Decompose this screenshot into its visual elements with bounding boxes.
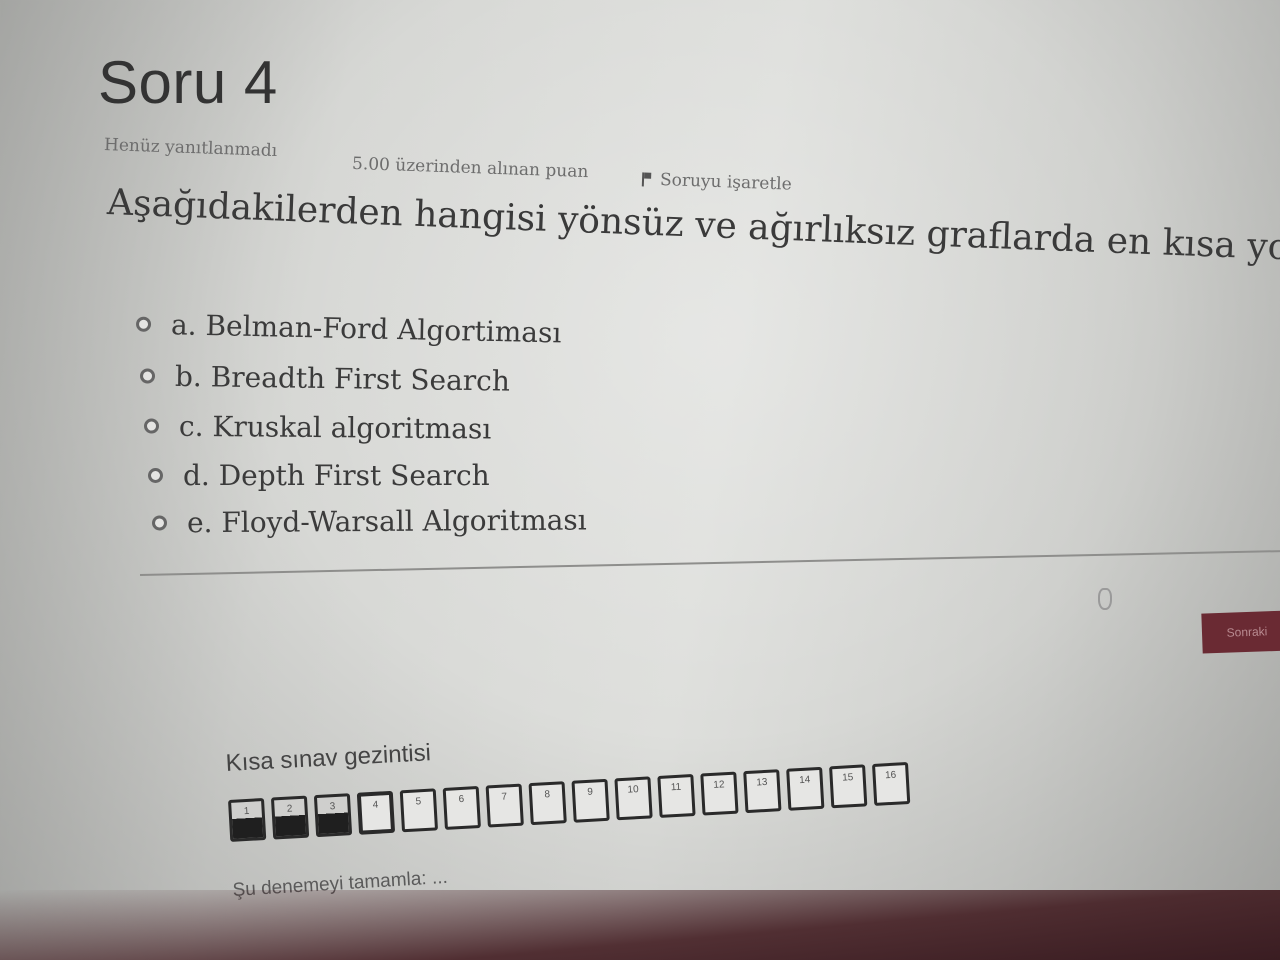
answer-option-b[interactable]: b. Breadth First Search: [139, 359, 511, 398]
answer-option-c[interactable]: c. Kruskal algoritması: [143, 409, 492, 446]
question-status: Henüz yanıtlanmadı: [103, 134, 278, 162]
mouse-cursor-icon: [1098, 588, 1112, 610]
question-grade: 5.00 üzerinden alınan puan: [351, 153, 589, 183]
quiz-nav-page-button[interactable]: 4: [356, 790, 396, 835]
flag-question-link[interactable]: Soruyu işaretle: [641, 169, 793, 195]
flag-icon: [641, 172, 655, 187]
quiz-nav-page-button[interactable]: 16: [871, 761, 911, 806]
question-title: Soru 4: [98, 49, 278, 116]
quiz-nav-page-button[interactable]: 6: [442, 785, 481, 830]
answer-label: c. Kruskal algoritması: [178, 409, 492, 446]
radio-icon[interactable]: [151, 515, 168, 531]
question-text: Aşağıdakilerden hangisi yönsüz ve ağırlı…: [106, 182, 1280, 275]
radio-icon[interactable]: [135, 316, 152, 332]
quiz-nav-page-button[interactable]: 11: [657, 773, 696, 818]
radio-icon[interactable]: [143, 418, 160, 434]
quiz-nav-page-button[interactable]: 10: [614, 776, 653, 821]
answer-option-d[interactable]: d. Depth First Search: [148, 459, 490, 492]
next-page-button[interactable]: Sonraki: [1201, 610, 1280, 654]
quiz-nav-page-button[interactable]: 1: [228, 797, 267, 842]
radio-icon[interactable]: [148, 468, 163, 483]
quiz-navigation-buttons: 1 2 3 4 5 6 7 8 9 10 11 12 13 14 15 16: [228, 761, 917, 842]
quiz-nav-page-button[interactable]: 5: [399, 788, 439, 833]
quiz-nav-page-button[interactable]: 2: [270, 795, 310, 840]
question-divider: [140, 549, 1280, 576]
quiz-nav-page-button[interactable]: 13: [743, 769, 782, 814]
answer-label: b. Breadth First Search: [174, 359, 511, 398]
radio-icon[interactable]: [139, 368, 156, 384]
quiz-nav-page-button[interactable]: 9: [571, 778, 610, 823]
answer-label: e. Floyd-Warsall Algoritması: [186, 503, 587, 540]
quiz-nav-page-button[interactable]: 14: [786, 766, 825, 811]
answer-option-a[interactable]: a. Belman-Ford Algortiması: [135, 308, 562, 350]
quiz-nav-page-button[interactable]: 3: [313, 793, 353, 838]
answer-option-e[interactable]: e. Floyd-Warsall Algoritması: [151, 503, 587, 540]
answer-label: a. Belman-Ford Algortiması: [170, 308, 562, 350]
quiz-nav-page-button[interactable]: 7: [485, 783, 524, 828]
quiz-nav-page-button[interactable]: 12: [700, 771, 739, 816]
answer-label: d. Depth First Search: [183, 459, 490, 492]
quiz-nav-page-button[interactable]: 8: [528, 781, 567, 826]
screen-bezel: [0, 890, 1280, 960]
quiz-nav-page-button[interactable]: 15: [829, 764, 868, 809]
flag-question-label: Soruyu işaretle: [659, 170, 793, 195]
quiz-navigation-title: Kısa sınav gezintisi: [225, 739, 432, 777]
